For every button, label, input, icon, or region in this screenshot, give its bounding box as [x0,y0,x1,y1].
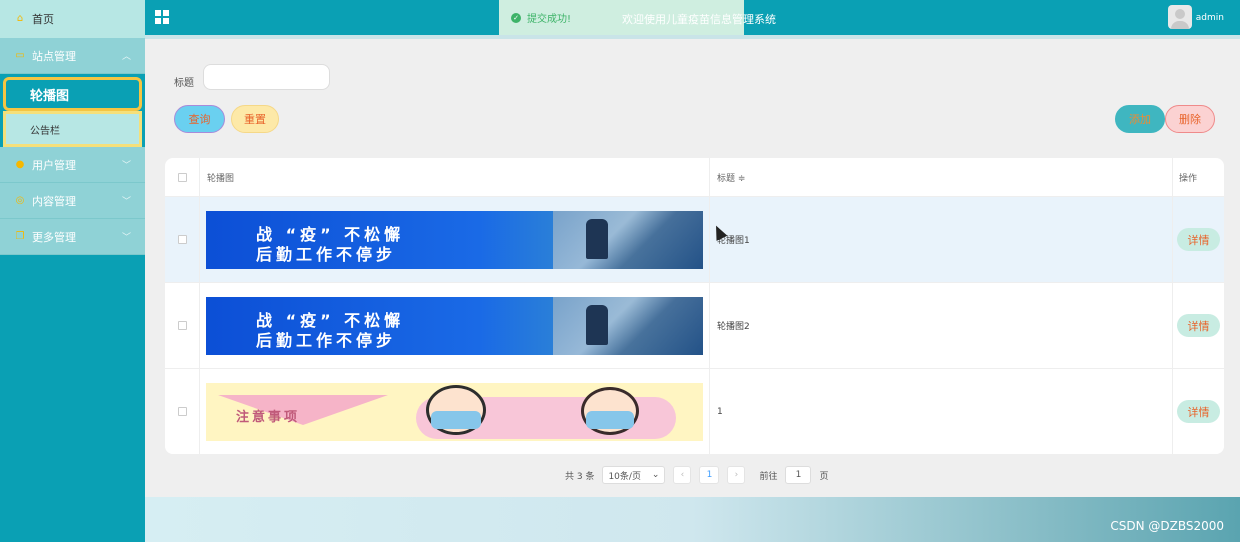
table-row[interactable]: 注意事项 1 详情 [165,368,1224,454]
banner-text: 后勤工作不停步 [256,244,397,264]
sidebar-group-label: 用户管理 [32,158,76,172]
goto-page-input[interactable]: 1 [785,466,812,484]
table-row[interactable]: 战 “疫” 不松懈 后勤工作不停步 轮播图1 详情 [165,196,1224,282]
avatar[interactable] [1168,5,1192,29]
add-button[interactable]: 添加 [1115,105,1165,133]
chevron-down-icon: ⌄ [651,470,660,480]
detail-button[interactable]: 详情 [1177,400,1220,423]
page-size-value: 10条/页 [608,471,641,482]
detail-button[interactable]: 详情 [1177,314,1220,337]
chevron-down-icon: ﹀ [121,161,131,171]
welcome-text: 欢迎使用儿童疫苗信息管理系统 [622,13,776,26]
monitor-icon: ▭ [15,49,25,61]
banner-image: 战 “疫” 不松懈 后勤工作不停步 [206,210,703,269]
row-checkbox[interactable] [177,321,187,330]
sidebar-group-label: 内容管理 [32,194,76,208]
chevron-up-icon: ︿ [121,52,131,62]
select-all-checkbox[interactable] [177,172,187,182]
prev-page-button[interactable]: ‹ [673,466,692,484]
column-header-actions: 操作 [1179,173,1198,184]
check-circle-icon: ✓ [511,12,521,23]
column-header-banner: 轮播图 [200,158,710,196]
row-checkbox[interactable] [177,235,187,244]
sidebar-group-more[interactable]: ❐ 更多管理 ﹀ [0,219,145,255]
banner-text: 注意事项 [236,409,301,425]
search-label: 标题 [174,78,194,89]
page-size-select[interactable]: 10条/页 ⌄ [602,466,666,484]
banner-text: 后勤工作不停步 [256,330,397,350]
table-row[interactable]: 战 “疫” 不松懈 后勤工作不停步 轮播图2 详情 [165,282,1224,368]
content-icon: ◎ [15,194,25,206]
username[interactable]: admin [1196,13,1224,23]
sidebar-item-home[interactable]: ⌂ 首页 [0,0,145,38]
page-number[interactable]: 1 [699,466,720,484]
goto-label: 前往 [759,471,778,482]
title-search-input[interactable] [203,64,330,90]
sidebar-group-user[interactable]: ● 用户管理 ﹀ [0,147,145,183]
row-checkbox[interactable] [177,407,187,416]
sidebar-item-label: 公告栏 [30,125,60,137]
row-title: 轮播图2 [717,322,750,332]
pagination: 共 3 条 10条/页 ⌄ ‹ 1 › 前往 1 页 [565,466,828,484]
chevron-down-icon: ﹀ [121,233,131,243]
sidebar: ⌂ 首页 ▭ 站点管理 ︿ 轮播图 公告栏 ● 用户管理 ﹀ ◎ 内容管理 ﹀ … [0,0,145,542]
detail-button[interactable]: 详情 [1177,228,1220,251]
main-content: 标题 查询 重置 添加 删除 轮播图 标题 ≑ 操作 战 “疫” 不松懈 后勤工… [145,35,1240,497]
banner-image: 注意事项 [206,382,703,441]
watermark-text: CSDN @DZBS2000 [1110,519,1224,533]
sidebar-group-site[interactable]: ▭ 站点管理 ︿ [0,38,145,74]
page-unit-label: 页 [819,471,829,482]
footer-banner [145,497,1240,542]
sidebar-group-label: 更多管理 [32,230,76,244]
column-header-title[interactable]: 标题 ≑ [710,158,1173,196]
sidebar-group-content[interactable]: ◎ 内容管理 ﹀ [0,183,145,219]
query-button[interactable]: 查询 [174,105,225,133]
row-title: 1 [717,406,723,417]
more-icon: ❐ [15,230,25,242]
menu-grid-icon[interactable] [155,10,169,24]
sidebar-group-label: 站点管理 [32,49,76,63]
pagination-total: 共 3 条 [565,471,595,482]
reset-button[interactable]: 重置 [231,105,279,133]
chevron-down-icon: ﹀ [121,197,131,207]
next-page-button[interactable]: › [727,466,746,484]
delete-button[interactable]: 删除 [1165,105,1215,133]
user-icon: ● [15,158,25,170]
sidebar-item-label: 轮播图 [30,88,70,104]
toast-message: 提交成功! [527,14,572,25]
sidebar-item-label: 首页 [32,13,54,26]
banner-image: 战 “疫” 不松懈 后勤工作不停步 [206,296,703,355]
data-table: 轮播图 标题 ≑ 操作 战 “疫” 不松懈 后勤工作不停步 轮播图1 详情 战 [165,158,1224,454]
select-all-cell [165,158,200,196]
home-icon: ⌂ [16,13,24,24]
top-bar: ✓ 提交成功! 欢迎使用儿童疫苗信息管理系统 admin [145,0,1240,35]
sidebar-item-notice[interactable]: 公告栏 [3,111,142,147]
sidebar-item-carousel[interactable]: 轮播图 [3,77,142,111]
